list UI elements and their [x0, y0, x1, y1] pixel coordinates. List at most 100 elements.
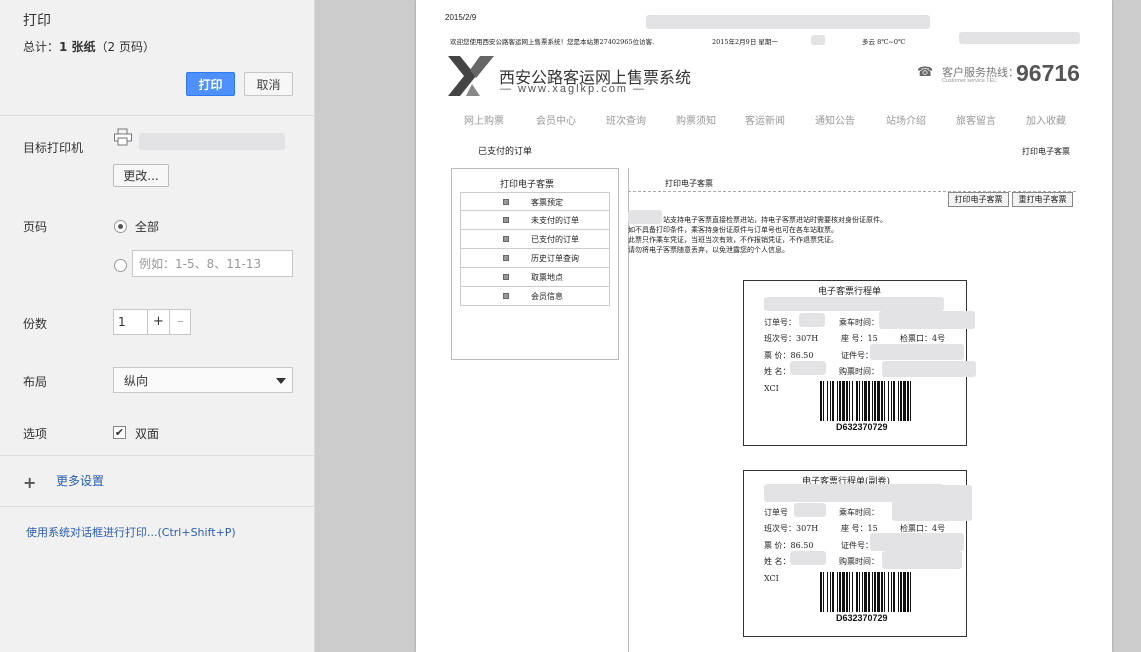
barcode-bar: [888, 572, 889, 612]
nav-messages[interactable]: 旅客留言: [956, 112, 996, 127]
ticket-schedule: 班次号：307H: [764, 334, 819, 343]
ticket-name-label: 姓 名：: [764, 557, 791, 566]
barcode-bar: [832, 572, 834, 612]
barcode-bar: [877, 572, 880, 612]
weather-text: 多云 8℃~0℃: [862, 38, 906, 46]
barcode-bar: [877, 381, 880, 421]
copies-value[interactable]: 1: [118, 315, 126, 329]
nav-stations[interactable]: 站场介绍: [886, 112, 926, 127]
barcode-bar: [859, 572, 860, 612]
ticket-barcode-number: D632370729: [836, 613, 888, 623]
side-menu-label: 取票地点: [531, 273, 563, 282]
side-menu-item[interactable]: 未支付的订单: [460, 211, 610, 230]
ticket-redacted: [892, 485, 972, 521]
ticket-redacted: [879, 311, 975, 329]
layout-select[interactable]: 纵向: [113, 367, 293, 393]
side-menu-label: 未支付的订单: [531, 216, 579, 225]
barcode-bar: [898, 572, 899, 612]
pages-custom-radio[interactable]: [114, 259, 127, 272]
duplex-label: 双面: [135, 427, 160, 441]
header-right-redacted: [959, 32, 1080, 44]
barcode-bar: [849, 381, 850, 421]
ticket-redacted: [882, 361, 976, 377]
barcode-bar: [891, 381, 892, 421]
barcode-bar: [910, 572, 911, 612]
plus-icon[interactable]: +: [23, 473, 36, 492]
pages-custom-input[interactable]: 例如：1-5、8、11-13: [132, 250, 293, 277]
copies-plus-button[interactable]: +: [147, 310, 169, 334]
layout-value: 纵向: [124, 373, 149, 388]
ticket-redacted: [790, 551, 826, 565]
side-menu-item[interactable]: 客票预定: [460, 192, 610, 211]
print-ticket-button[interactable]: 打印电子客票: [948, 192, 1009, 207]
ticket-name-label: 姓 名：: [764, 367, 791, 376]
barcode-bar: [891, 572, 892, 612]
hotline-sub: Customer service TEL:: [942, 78, 998, 84]
print-settings-panel: 打印 总计：1 张纸（2 页码） 打印 取消 目标打印机 更改... 页码 全部…: [0, 0, 315, 652]
more-settings-link[interactable]: 更多设置: [56, 472, 104, 489]
nav-announcements[interactable]: 通知公告: [815, 112, 855, 127]
barcode-bar: [881, 572, 883, 612]
side-menu-item[interactable]: 已支付的订单: [460, 230, 610, 249]
duplex-checkbox[interactable]: ✔: [113, 426, 126, 439]
barcode-bar: [830, 381, 831, 421]
nav-member-center[interactable]: 会员中心: [536, 112, 576, 127]
ticket-redacted: [870, 533, 964, 551]
ticket-redacted: [764, 297, 944, 311]
barcode-bar: [837, 572, 838, 612]
ticket-depart-label: 乘车时间：: [839, 508, 879, 517]
nav-schedule-query[interactable]: 班次查询: [606, 112, 646, 127]
notice-line: 如不具备打印条件，乘客持身份证原件与订单号也可在各车站取票。: [628, 226, 838, 234]
copies-stepper[interactable]: 1 + –: [113, 309, 191, 335]
divider: [0, 506, 315, 507]
notice-line: 此票只作乘车凭证，当班当次有效，不作报销凭证，不作退票凭证。: [628, 236, 838, 244]
barcode-bar: [846, 381, 848, 421]
barcode-bar: [839, 381, 841, 421]
nav-purchase-notice[interactable]: 购票须知: [676, 112, 716, 127]
nav-buy-tickets[interactable]: 网上购票: [464, 112, 504, 127]
printer-icon: [114, 128, 132, 146]
ticket-barcode-number: D632370729: [836, 422, 888, 432]
copies-minus-button[interactable]: –: [169, 310, 191, 334]
barcode-bar: [881, 381, 883, 421]
barcode-bar: [864, 572, 867, 612]
print-ticket-link[interactable]: 打印电子客票: [1022, 146, 1070, 157]
ticket-price: 票 价：86.50: [764, 541, 814, 550]
bullet-icon: [503, 199, 509, 205]
barcode-bar: [852, 572, 853, 612]
side-menu-item[interactable]: 历史订单查询: [460, 249, 610, 268]
print-date: 2015/2/9: [445, 13, 477, 22]
cancel-button[interactable]: 取消: [244, 72, 293, 96]
ticket-id-label: 证件号：: [841, 541, 873, 550]
ticket-seat: 座 号：15: [841, 334, 878, 343]
barcode-bar: [884, 381, 885, 421]
pages-all-label: 全部: [135, 220, 160, 234]
barcode-bar: [910, 381, 911, 421]
total-sheets: 1 张纸: [59, 40, 96, 54]
print-button[interactable]: 打印: [186, 72, 235, 96]
reprint-ticket-button[interactable]: 重打电子客票: [1012, 192, 1073, 207]
side-menu-item[interactable]: 会员信息: [460, 287, 610, 306]
barcode-bar: [888, 381, 889, 421]
print-preview-area[interactable]: 2015/2/9 欢迎您使用西安公路客运网上售票系统！您是本站第27402965…: [315, 0, 1141, 652]
barcode-bar: [898, 381, 899, 421]
barcode-bar: [827, 381, 828, 421]
total-prefix: 总计：: [23, 40, 60, 54]
system-dialog-link[interactable]: 使用系统对话框进行打印...(Ctrl+Shift+P): [26, 524, 236, 540]
side-menu-item[interactable]: 取票地点: [460, 268, 610, 287]
ticket-order-label: 订单号：: [764, 318, 796, 327]
barcode-bar: [903, 572, 906, 612]
barcode-bar: [842, 381, 845, 421]
total-summary: 总计：1 张纸（2 页码）: [23, 38, 155, 55]
change-printer-button[interactable]: 更改...: [113, 164, 169, 187]
ticket-buy-label: 购票时间：: [839, 367, 879, 376]
nav-bookmark[interactable]: 加入收藏: [1026, 112, 1066, 127]
pages-all-radio[interactable]: [114, 220, 127, 233]
barcode-bar: [872, 572, 873, 612]
barcode-bar: [820, 381, 822, 421]
ticket-redacted: [794, 503, 826, 517]
ticket-gate: 检票口：4号: [900, 334, 946, 343]
nav-news[interactable]: 客运新闻: [745, 112, 785, 127]
barcode-bar: [874, 572, 876, 612]
barcode-bar: [827, 572, 828, 612]
